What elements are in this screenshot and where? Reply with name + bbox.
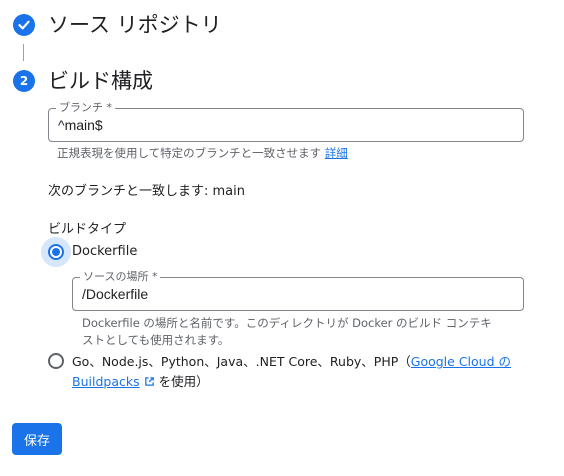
- source-location-hint: Dockerfile の場所と名前です。このディレクトリが Docker のビル…: [82, 315, 492, 349]
- buildpacks-radio[interactable]: [48, 353, 64, 369]
- step-connector: [23, 44, 24, 61]
- step-1-title[interactable]: ソース リポジトリ: [48, 13, 222, 37]
- source-location-hint-line2: ストとしても使用されます。: [82, 333, 230, 347]
- step-2-title: ビルド構成: [48, 69, 153, 93]
- source-location-input[interactable]: /Dockerfile: [82, 286, 148, 302]
- buildpacks-label-prefix: Go、Node.js、Python、Java、.NET Core、Ruby、PH…: [72, 354, 411, 369]
- buildpacks-link-line2[interactable]: Buildpacks: [72, 374, 140, 389]
- branch-match-text: 次のブランチと一致します: main: [48, 184, 245, 199]
- save-button[interactable]: 保存: [12, 423, 62, 455]
- step-2-number: 2: [19, 74, 29, 88]
- branch-field-label: ブランチ *: [56, 101, 115, 115]
- buildpacks-link-line1[interactable]: Google Cloud の: [411, 354, 511, 369]
- step-1-complete-icon: [13, 14, 35, 36]
- buildpacks-label-suffix: を使用）: [154, 374, 209, 389]
- check-icon: [18, 20, 30, 30]
- branch-input[interactable]: ^main$: [58, 117, 103, 133]
- dockerfile-radio-label[interactable]: Dockerfile: [72, 244, 137, 259]
- source-location-field[interactable]: ソースの場所 * /Dockerfile: [72, 270, 524, 311]
- buildpacks-radio-label[interactable]: Go、Node.js、Python、Java、.NET Core、Ruby、PH…: [72, 352, 511, 392]
- branch-field[interactable]: ブランチ * ^main$: [48, 101, 524, 142]
- step-2-number-icon: 2: [13, 70, 35, 92]
- external-link-icon[interactable]: [144, 376, 155, 387]
- source-location-label: ソースの場所 *: [80, 270, 161, 284]
- branch-hint-text: 正規表現を使用して特定のブランチと一致させます: [57, 146, 322, 160]
- radio-selected-dot: [52, 248, 60, 256]
- dockerfile-radio[interactable]: [48, 244, 64, 260]
- branch-hint: 正規表現を使用して特定のブランチと一致させます 詳細: [57, 145, 348, 162]
- build-type-label: ビルドタイプ: [48, 222, 127, 237]
- learn-more-link[interactable]: 詳細: [325, 146, 348, 160]
- source-location-hint-line1: Dockerfile の場所と名前です。このディレクトリが Docker のビル…: [82, 316, 492, 330]
